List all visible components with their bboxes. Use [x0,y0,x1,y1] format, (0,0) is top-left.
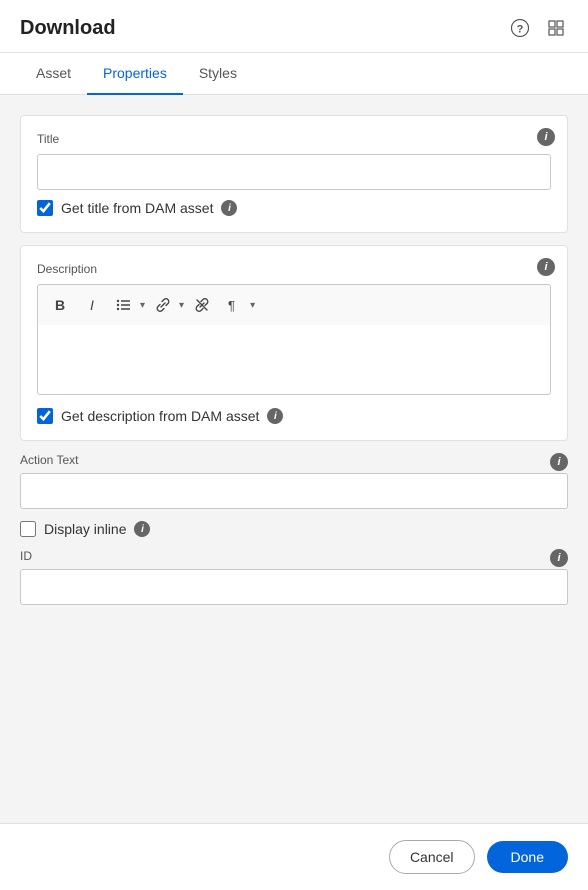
list-icon [116,297,132,313]
description-checkbox-info-icon[interactable]: i [267,408,283,424]
header-icons: ? [508,16,568,40]
svg-text:¶: ¶ [228,298,235,313]
display-inline-section: Display inline i [20,521,568,537]
id-section: i ID [20,549,568,605]
dialog-title: Download [20,17,116,40]
toolbar-link-group: ▾ [149,291,184,319]
tab-properties[interactable]: Properties [87,53,183,95]
description-checkbox-row: Get description from DAM asset i [37,408,551,424]
help-icon-button[interactable]: ? [508,16,532,40]
action-text-info-icon[interactable]: i [550,453,568,471]
title-checkbox-row: Get title from DAM asset i [37,200,551,216]
dialog-footer: Cancel Done [0,823,588,890]
display-inline-info-icon[interactable]: i [134,521,150,537]
list-chevron-icon: ▾ [140,300,145,311]
description-info-icon[interactable]: i [537,258,555,276]
link-chevron-icon: ▾ [179,300,184,311]
id-input[interactable] [20,569,568,605]
toolbar-list-group: ▾ [110,291,145,319]
toolbar-paragraph-group: ¶ ▾ [220,291,255,319]
toolbar-link-button[interactable] [149,291,177,319]
title-checkbox-label: Get title from DAM asset [61,200,213,216]
fullscreen-icon [547,19,565,37]
dialog-header: Download ? [0,0,588,53]
id-label: ID [20,549,568,563]
tabs-bar: Asset Properties Styles [0,53,588,95]
done-button[interactable]: Done [487,841,568,873]
title-input[interactable] [37,154,551,190]
cancel-button[interactable]: Cancel [389,840,475,874]
action-text-label: Action Text [20,453,568,467]
title-dam-checkbox[interactable] [37,200,53,216]
display-inline-checkbox[interactable] [20,521,36,537]
tab-asset[interactable]: Asset [20,53,87,95]
description-label: Description [37,262,551,276]
svg-text:?: ? [517,24,524,36]
title-section: i Title Get title from DAM asset i [20,115,568,233]
toolbar-bold-button[interactable]: B [46,291,74,319]
paragraph-chevron-icon: ▾ [250,300,255,311]
toolbar-italic-button[interactable]: I [78,291,106,319]
description-section: i Description B I [20,245,568,441]
fullscreen-icon-button[interactable] [544,16,568,40]
title-label: Title [37,132,551,146]
action-text-input[interactable] [20,473,568,509]
paragraph-icon: ¶ [226,297,242,313]
title-checkbox-info-icon[interactable]: i [221,200,237,216]
dialog-body: i Title Get title from DAM asset i i Des… [0,95,588,823]
tab-styles[interactable]: Styles [183,53,253,95]
toolbar-paragraph-button[interactable]: ¶ [220,291,248,319]
rich-text-toolbar: B I ▾ [37,284,551,325]
id-info-icon[interactable]: i [550,549,568,567]
display-inline-row: Display inline i [20,521,568,537]
action-text-section: i Action Text [20,453,568,509]
toolbar-unlink-button[interactable] [188,291,216,319]
description-textarea[interactable] [37,325,551,395]
description-dam-checkbox[interactable] [37,408,53,424]
title-info-icon[interactable]: i [537,128,555,146]
unlink-icon [194,297,210,313]
help-icon: ? [511,19,529,37]
display-inline-label: Display inline [44,521,126,537]
description-checkbox-label: Get description from DAM asset [61,408,259,424]
dialog-container: Download ? Asset Properties Styles [0,0,588,890]
link-icon [155,297,171,313]
toolbar-list-button[interactable] [110,291,138,319]
